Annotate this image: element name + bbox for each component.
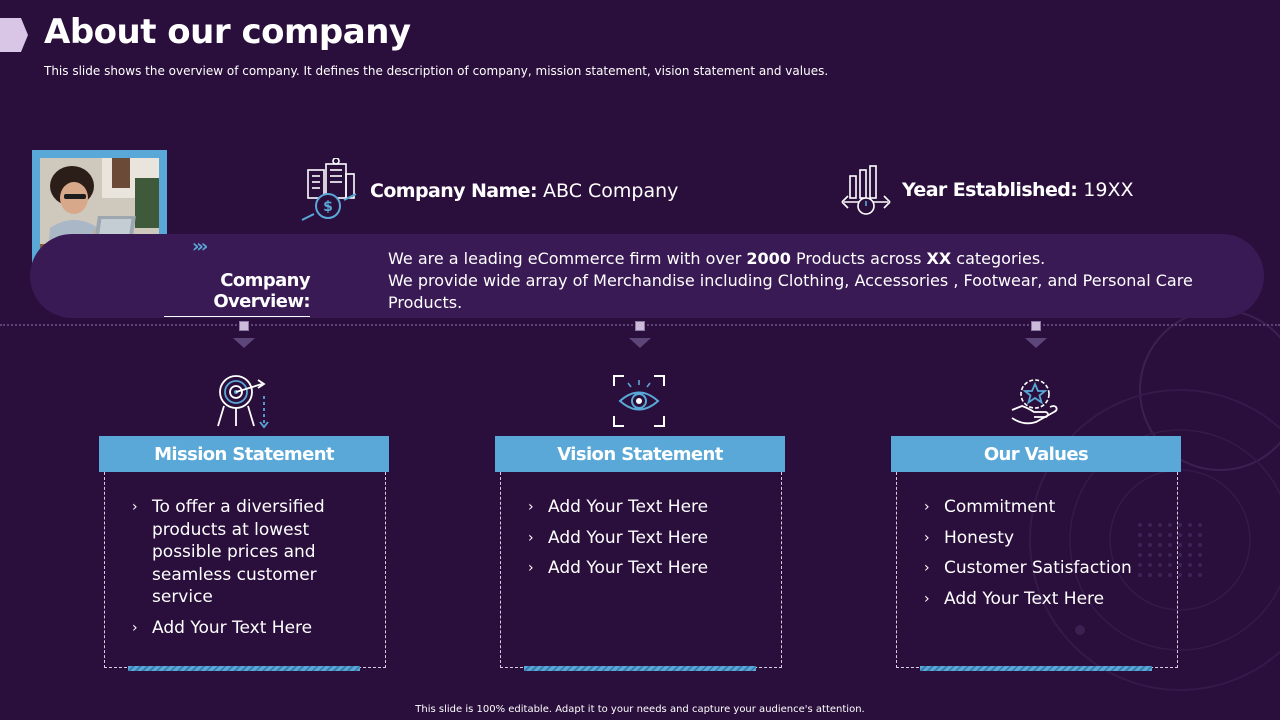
eye-icon (613, 375, 665, 427)
list-item: Honesty (924, 527, 1164, 550)
list-item: To offer a diversified products at lowes… (132, 496, 357, 609)
vision-statement-header: Vision Statement (495, 436, 785, 472)
company-name-value: ABC Company (543, 180, 679, 202)
page-subtitle: This slide shows the overview of company… (44, 64, 829, 78)
our-values-list: Commitment Honesty Customer Satisfaction… (924, 496, 1164, 618)
title-accent-tab (0, 18, 28, 52)
svg-text:$: $ (323, 199, 333, 215)
connector-arrow (629, 338, 651, 348)
mission-accent-bar (128, 666, 360, 671)
connector-arrow (1025, 338, 1047, 348)
year-established-row: Year Established: 19XX (840, 162, 1134, 218)
year-established-value: 19XX (1083, 179, 1134, 201)
list-item: Add Your Text Here (528, 496, 768, 519)
vision-accent-bar (524, 666, 756, 671)
page-title: About our company (44, 12, 411, 52)
list-item: Customer Satisfaction (924, 557, 1164, 580)
target-icon (217, 375, 269, 429)
overview-text: We are a leading eCommerce firm with ove… (388, 248, 1248, 314)
list-item: Commitment (924, 496, 1164, 519)
values-accent-bar (920, 666, 1152, 671)
list-item: Add Your Text Here (924, 588, 1164, 611)
our-values-header: Our Values (891, 436, 1181, 472)
hand-star-icon (1011, 379, 1058, 425)
company-name-row: $ Company Name: ABC Company (300, 158, 678, 224)
building-money-icon: $ (301, 158, 357, 221)
overview-line-2: We provide wide array of Merchandise inc… (388, 271, 1193, 312)
list-item: Add Your Text Here (528, 557, 768, 580)
list-item: Add Your Text Here (528, 527, 768, 550)
growth-chart-icon (841, 165, 891, 215)
year-established-label: Year Established: (902, 179, 1078, 201)
list-item: Add Your Text Here (132, 617, 357, 640)
vision-statement-list: Add Your Text Here Add Your Text Here Ad… (528, 496, 768, 588)
company-name-label: Company Name: (370, 180, 538, 202)
connector-marker (239, 321, 249, 331)
chevrons-right-icon: ››› (192, 236, 208, 257)
overview-label: Company Overview: (164, 270, 311, 317)
connector-marker (635, 321, 645, 331)
overview-line-1: We are a leading eCommerce firm with ove… (388, 249, 1046, 268)
connector-arrow (233, 338, 255, 348)
connector-marker (1031, 321, 1041, 331)
mission-statement-list: To offer a diversified products at lowes… (132, 496, 357, 647)
footer-note: This slide is 100% editable. Adapt it to… (415, 704, 865, 715)
mission-statement-header: Mission Statement (99, 436, 389, 472)
